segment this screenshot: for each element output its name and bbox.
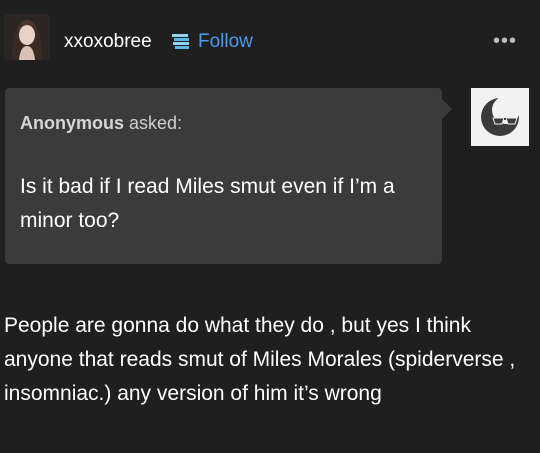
- answer-text: People are gonna do what they do , but y…: [4, 314, 516, 405]
- follow-button[interactable]: Follow: [198, 31, 253, 53]
- question-text: Is it bad if I read Miles smut even if I…: [20, 175, 395, 232]
- ask-box-pointer: [441, 98, 452, 120]
- sunglasses-face-icon: [471, 88, 529, 146]
- username-link[interactable]: xxoxobree: [64, 31, 152, 53]
- asked-label: asked:: [129, 113, 183, 133]
- avatar-portrait-icon: [4, 14, 50, 60]
- asker-name: Anonymous: [20, 113, 125, 133]
- post-header: xxoxobree Follow •••: [0, 0, 540, 80]
- book-stack-icon: [172, 34, 189, 49]
- asker-line: Anonymous asked:: [20, 113, 182, 134]
- more-options-button[interactable]: •••: [488, 30, 522, 52]
- anonymous-avatar: [471, 88, 529, 146]
- user-avatar[interactable]: [4, 14, 50, 60]
